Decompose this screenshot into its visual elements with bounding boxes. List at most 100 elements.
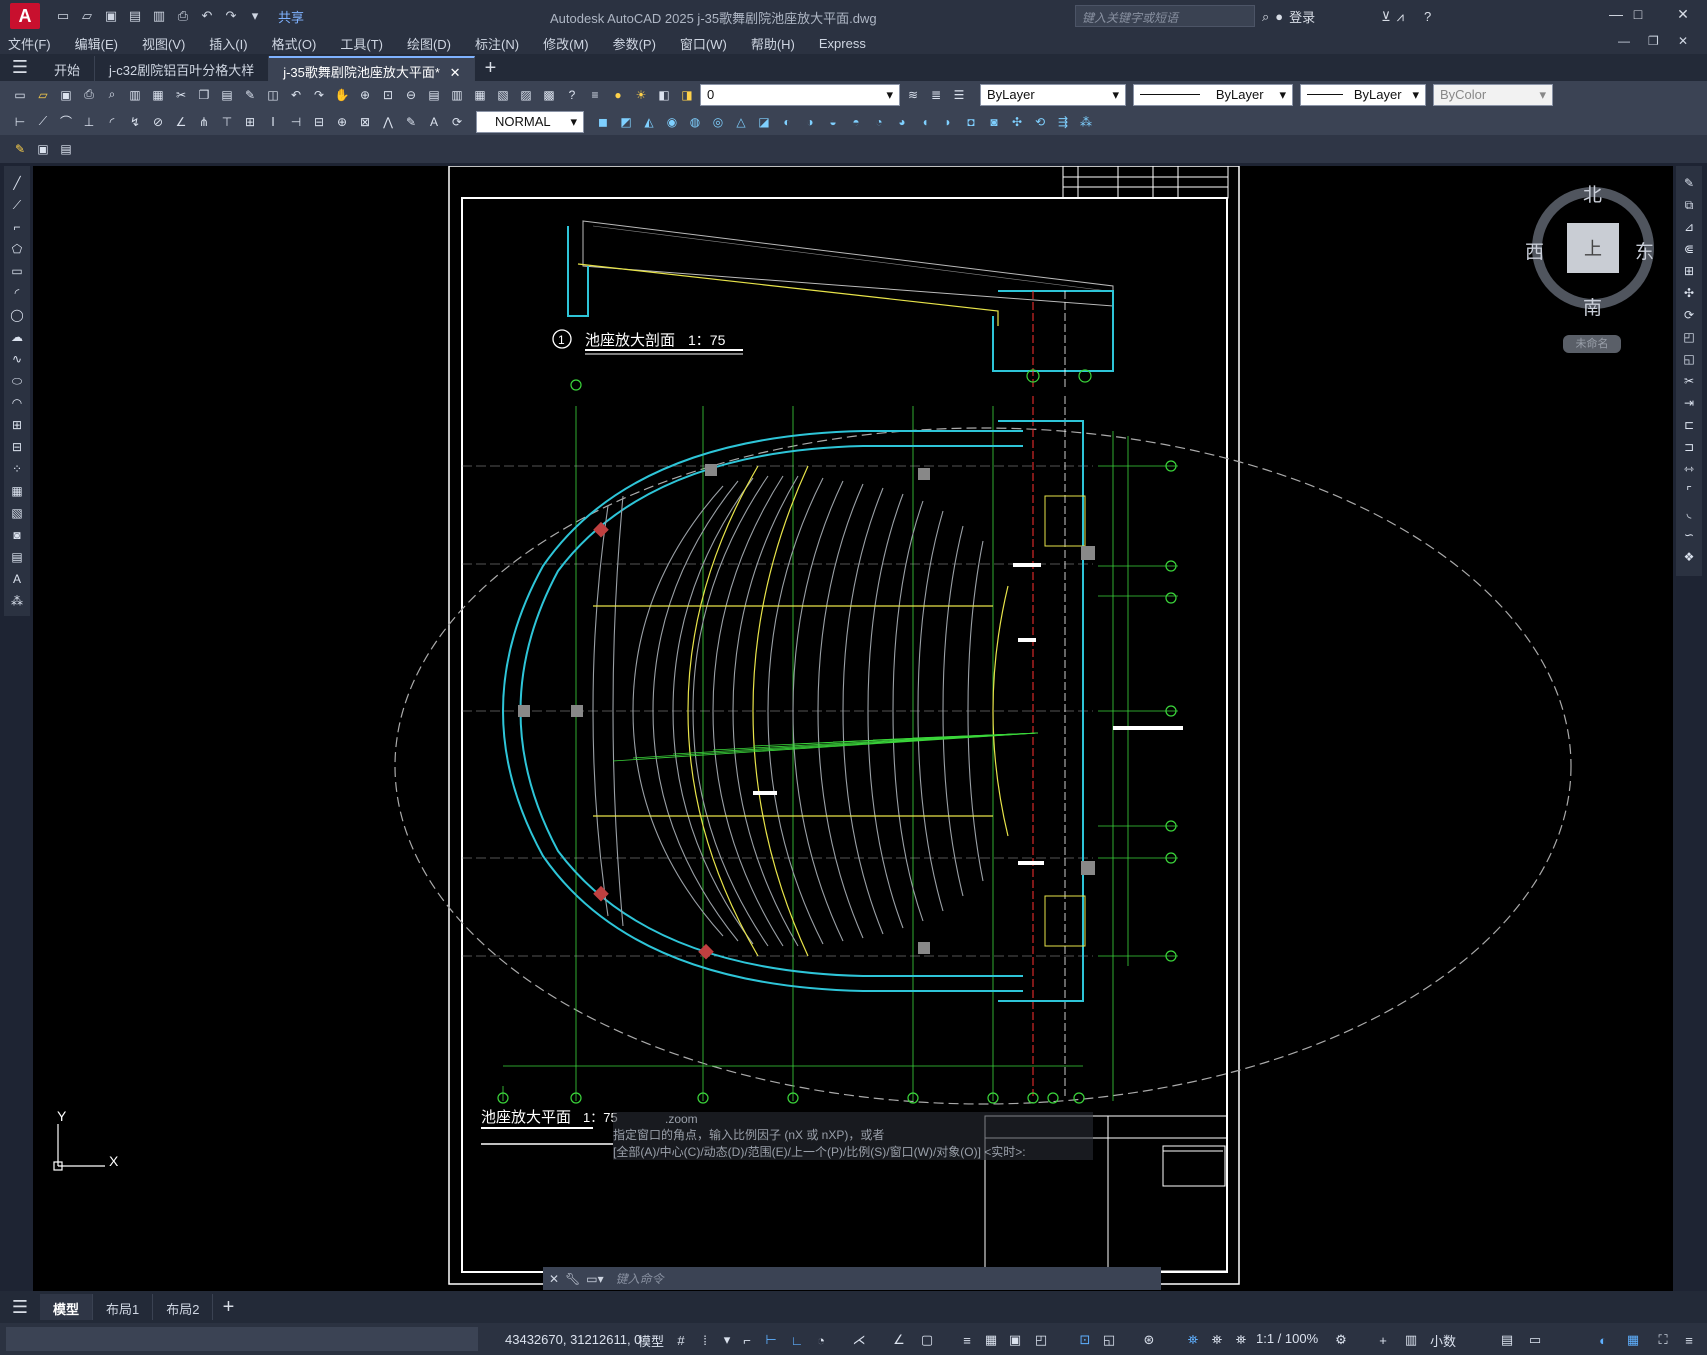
3d-rotate-icon[interactable]: ⟲ [1030,112,1050,132]
design-center-icon[interactable]: ▥ [447,85,467,105]
dim-continue-icon[interactable]: ⊞ [240,112,260,132]
construction-line-icon[interactable]: ⟋ [8,196,26,214]
infer-constraints-icon[interactable]: ⌐ [738,1331,756,1349]
menu-file[interactable]: 文件(F) [8,34,51,53]
layer-on-icon[interactable]: ● [608,85,628,105]
dim-edit-icon[interactable]: ✎ [401,112,421,132]
save-as-icon[interactable]: ▤ [126,7,144,25]
grid-icon[interactable]: # [672,1331,690,1349]
object-snap-tracking-icon[interactable]: ∠ [890,1331,908,1349]
color-dropdown[interactable]: ByLayer ▾ [980,83,1126,106]
dynamic-ucs-icon[interactable]: ⊡ [1076,1331,1094,1349]
maximize-icon[interactable]: □ [1618,6,1658,22]
extend-icon[interactable]: ⇥ [1680,394,1698,412]
annotation-monitor-icon[interactable]: + [1374,1331,1392,1349]
publish-tb-icon[interactable]: ▥ [125,85,145,105]
3d-move-icon[interactable]: ✣ [1007,112,1027,132]
drawing-canvas[interactable]: 1 池座放大剖面 1：75 池座放大平面 1：75 Y X .zoom 指定窗口… [33,166,1673,1291]
snap-icon[interactable]: ⁞ [696,1331,714,1349]
offset-icon[interactable]: ⋐ [1680,240,1698,258]
region-icon[interactable]: ◙ [8,526,26,544]
command-close-icon[interactable]: ✕ [549,1272,559,1286]
workspace-settings-icon[interactable]: ✎ [10,139,30,159]
new-tab-icon[interactable]: + [475,56,505,81]
3d-print-icon[interactable]: ▦ [148,85,168,105]
dim-radius-icon[interactable]: ◜ [102,112,122,132]
break-icon[interactable]: ⊐ [1680,438,1698,456]
tool-palettes-icon[interactable]: ▦ [470,85,490,105]
linetype-dropdown[interactable]: ByLayer ▾ [1133,83,1293,106]
quick-dim-icon[interactable]: ⋔ [194,112,214,132]
center-mark-icon[interactable]: ⊕ [332,112,352,132]
lock-ui-icon[interactable]: ▭ [1526,1331,1544,1349]
layout-tab-model[interactable]: 模型 [40,1294,94,1320]
search-input[interactable]: 键入关键字或短语 [1075,5,1255,27]
snap-dropdown-icon[interactable]: ▾ [718,1331,736,1349]
menu-insert[interactable]: 插入(I) [209,34,247,53]
multiline-text-icon[interactable]: A [8,570,26,588]
thicken-icon[interactable]: ◘ [961,112,981,132]
gizmo-icon[interactable]: ⊛ [1140,1331,1158,1349]
stretch-icon[interactable]: ◱ [1680,350,1698,368]
cut-icon[interactable]: ✂ [171,85,191,105]
search-icon[interactable]: ⌕ [1262,9,1269,25]
add-selected-icon[interactable]: ⁂ [8,592,26,610]
chamfer-icon[interactable]: ⌜ [1680,482,1698,500]
object-snap-icon[interactable]: ▢ [918,1331,936,1349]
sweep-icon[interactable]: ◑ [800,112,820,132]
blend-curves-icon[interactable]: ∽ [1680,526,1698,544]
quick-properties-icon[interactable]: ▤ [1498,1331,1516,1349]
menu-draw[interactable]: 绘图(D) [407,34,451,53]
dim-linear-icon[interactable]: ⊢ [10,112,30,132]
clean-screen-icon[interactable]: ⛶ [1654,1331,1672,1349]
slice-icon[interactable]: ◗ [938,112,958,132]
revolve-icon[interactable]: ◐ [777,112,797,132]
workspace-gear-icon[interactable]: ⚙ [1332,1331,1350,1349]
file-tab-start[interactable]: 开始 [40,56,96,81]
zoom-realtime-icon[interactable]: ⊕ [355,85,375,105]
3d-align-icon[interactable]: ⇶ [1053,112,1073,132]
viewcube-west[interactable]: 西 [1525,237,1544,264]
shell-icon[interactable]: ◙ [984,112,1004,132]
wedge-icon[interactable]: ◩ [616,112,636,132]
box-icon[interactable]: ◼ [593,112,613,132]
table-icon[interactable]: ▤ [8,548,26,566]
application-menu-icon[interactable]: ☰ [0,54,40,81]
rotate-icon[interactable]: ⟳ [1680,306,1698,324]
torus-icon[interactable]: ◎ [708,112,728,132]
dim-angular-icon[interactable]: ∠ [171,112,191,132]
spline-icon[interactable]: ∿ [8,350,26,368]
layer-plot-icon[interactable]: ◨ [677,85,697,105]
units-value[interactable]: 小数 [1430,1331,1456,1350]
viewcube-top-face[interactable]: 上 [1567,223,1619,273]
revision-cloud-icon[interactable]: ☁ [8,328,26,346]
layer-dropdown[interactable]: 0 ▾ [700,83,900,106]
menu-express[interactable]: Express [819,36,866,51]
cart-icon[interactable]: ⊻ [1381,9,1391,25]
annotation-visibility-icon[interactable]: ⛯ [1184,1331,1202,1349]
subtract-icon[interactable]: ◔ [869,112,889,132]
lineweight-icon[interactable]: ≡ [958,1331,976,1349]
copy-object-icon[interactable]: ⧉ [1680,196,1698,214]
insert-block-icon[interactable]: ⊞ [8,416,26,434]
menu-modify[interactable]: 修改(M) [543,34,589,53]
annotation-scale-value[interactable]: 1:1 / 100% [1256,1331,1318,1346]
undo-tb-icon[interactable]: ↶ [286,85,306,105]
units-icon[interactable]: ▥ [1402,1331,1420,1349]
plotstyle-dropdown[interactable]: ByColor ▾ [1433,83,1553,106]
command-recent-icon[interactable]: ▭▾ [586,1272,603,1286]
menu-tools[interactable]: 工具(T) [340,34,383,53]
layout-menu-icon[interactable]: ☰ [0,1294,40,1321]
break-at-point-icon[interactable]: ⊏ [1680,416,1698,434]
layer-states-icon[interactable]: ☰ [949,85,969,105]
inspect-icon[interactable]: ⊠ [355,112,375,132]
rectangle-icon[interactable]: ▭ [8,262,26,280]
autodesk-app-icon[interactable]: ⩘ [1397,9,1404,25]
make-block-icon[interactable]: ⊟ [8,438,26,456]
share-button[interactable]: 共享 [278,7,304,26]
ellipse-arc-icon[interactable]: ◠ [8,394,26,412]
doc-restore-icon[interactable]: ❐ [1648,34,1659,48]
doc-close-icon[interactable]: ✕ [1678,34,1688,48]
isolate-objects-icon[interactable]: ◐ [1594,1331,1612,1349]
dim-text-edit-icon[interactable]: A [424,112,444,132]
